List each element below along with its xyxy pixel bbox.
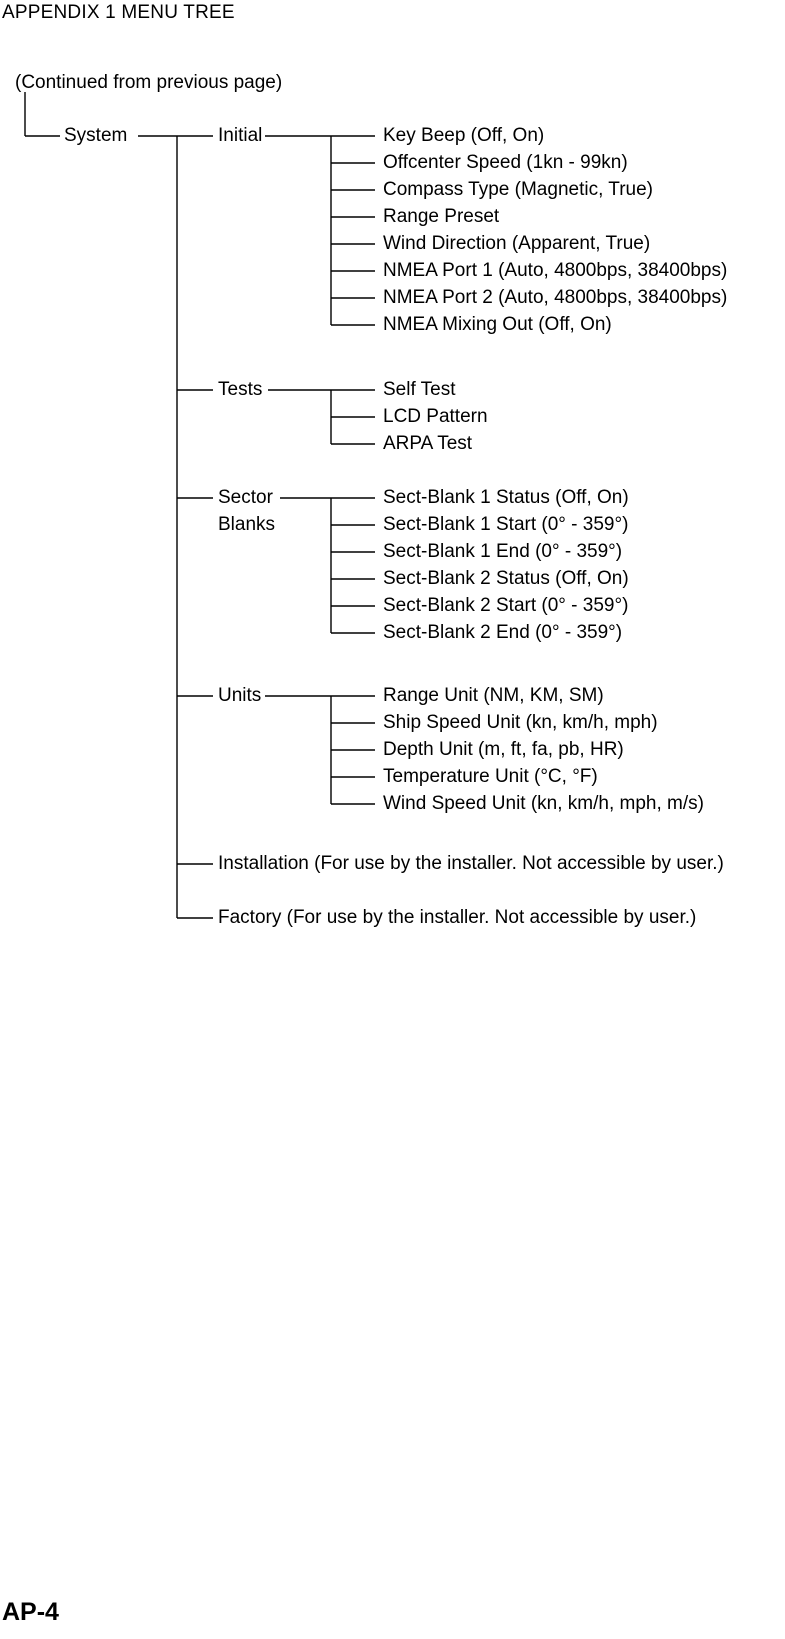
item-arpa-test: ARPA Test	[383, 433, 472, 455]
item-ship-speed-unit: Ship Speed Unit (kn, km/h, mph)	[383, 712, 658, 734]
item-wind-speed-unit: Wind Speed Unit (kn, km/h, mph, m/s)	[383, 793, 704, 815]
item-range-preset: Range Preset	[383, 206, 499, 228]
item-nmea-port-2: NMEA Port 2 (Auto, 4800bps, 38400bps)	[383, 287, 727, 309]
item-sect-blank-2-status: Sect-Blank 2 Status (Off, On)	[383, 568, 629, 590]
item-temperature-unit: Temperature Unit (°C, °F)	[383, 766, 598, 788]
item-offcenter-speed: Offcenter Speed (1kn - 99kn)	[383, 152, 628, 174]
item-sect-blank-2-start: Sect-Blank 2 Start (0° - 359°)	[383, 595, 628, 617]
page-number: AP-4	[2, 1598, 59, 1627]
item-self-test: Self Test	[383, 379, 456, 401]
item-sect-blank-2-end: Sect-Blank 2 End (0° - 359°)	[383, 622, 622, 644]
submenu-tests: Tests	[218, 379, 262, 401]
item-wind-direction: Wind Direction (Apparent, True)	[383, 233, 650, 255]
item-nmea-port-1: NMEA Port 1 (Auto, 4800bps, 38400bps)	[383, 260, 727, 282]
menu-system: System	[64, 125, 127, 147]
item-lcd-pattern: LCD Pattern	[383, 406, 488, 428]
item-key-beep: Key Beep (Off, On)	[383, 125, 544, 147]
item-nmea-mixing-out: NMEA Mixing Out (Off, On)	[383, 314, 612, 336]
item-sect-blank-1-start: Sect-Blank 1 Start (0° - 359°)	[383, 514, 628, 536]
item-sect-blank-1-end: Sect-Blank 1 End (0° - 359°)	[383, 541, 622, 563]
item-compass-type: Compass Type (Magnetic, True)	[383, 179, 653, 201]
item-depth-unit: Depth Unit (m, ft, fa, pb, HR)	[383, 739, 624, 761]
submenu-installation: Installation (For use by the installer. …	[218, 853, 724, 875]
submenu-factory: Factory (For use by the installer. Not a…	[218, 907, 696, 929]
submenu-units: Units	[218, 685, 261, 707]
item-range-unit: Range Unit (NM, KM, SM)	[383, 685, 604, 707]
submenu-sector-line2: Blanks	[218, 514, 275, 536]
submenu-initial: Initial	[218, 125, 262, 147]
submenu-sector-line1: Sector	[218, 487, 273, 509]
item-sect-blank-1-status: Sect-Blank 1 Status (Off, On)	[383, 487, 629, 509]
